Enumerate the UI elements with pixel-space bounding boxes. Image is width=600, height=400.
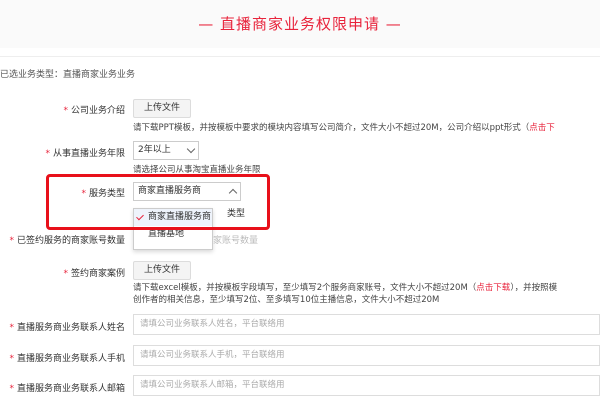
signed-accounts-label: * 已签约服务的商家账号数量	[9, 233, 125, 246]
years-select-value: 2年以上	[138, 145, 171, 155]
selected-business-type: 已选业务类型：直播商家业务业务	[0, 70, 136, 80]
company-intro-label-text: 公司业务介绍	[70, 106, 125, 116]
contact-email-input[interactable]: 请填公司业务联系人邮箱，平台联络用	[133, 375, 600, 396]
page-title: — 直播商家业务权限申请 —	[198, 15, 402, 33]
years-select[interactable]: 2年以上	[133, 141, 199, 160]
required-marker: *	[9, 236, 14, 246]
cases-upload-button[interactable]: 上传文件	[133, 261, 191, 280]
service-type-option-label: 直播基地	[148, 229, 185, 239]
contact-name-label-text: 直播服务商业务联系人姓名	[16, 323, 125, 333]
required-marker: *	[63, 106, 68, 116]
divider	[0, 56, 600, 57]
contact-name-input[interactable]: 请填公司业务联系人姓名，平台联络用	[133, 314, 600, 335]
highlight-box	[46, 174, 270, 230]
contact-email-label: * 直播服务商业务联系人邮箱	[9, 381, 125, 394]
cases-hint-text: 请下载excel模板，并按模板字段填写，至少填写2个服务商家账号，文件大小不超过…	[133, 283, 477, 293]
years-label-text: 从事直播业务年限	[52, 149, 125, 159]
company-intro-label: * 公司业务介绍	[63, 103, 125, 116]
cases-hint-line2: 创作者的相关信息，至少填写2位、至多填写10位主播信息，文件大小不超过20M	[133, 295, 440, 305]
cases-hint-text-end: ），并按照模	[510, 283, 558, 293]
required-marker: *	[45, 149, 50, 159]
signed-accounts-input[interactable]: 家账号数量	[213, 233, 258, 246]
contact-phone-label-text: 直播服务商业务联系人手机	[16, 354, 125, 364]
years-label: * 从事直播业务年限	[45, 146, 125, 159]
required-marker: *	[9, 354, 14, 364]
contact-phone-label: * 直播服务商业务联系人手机	[9, 351, 125, 364]
chevron-down-icon	[186, 144, 196, 154]
contact-email-label-text: 直播服务商业务联系人邮箱	[16, 384, 125, 394]
cases-label-text: 签约商家案例	[70, 269, 125, 279]
required-marker: *	[63, 269, 68, 279]
cases-hint-line1: 请下载excel模板，并按模板字段填写，至少填写2个服务商家账号，文件大小不超过…	[133, 281, 557, 293]
company-intro-hint: 请下载PPT模板，并按模板中要求的模块内容填写公司简介，文件大小不超过20M，公…	[133, 121, 555, 133]
cases-label: * 签约商家案例	[63, 266, 125, 279]
required-marker: *	[9, 323, 14, 333]
company-intro-download-link[interactable]: 点击下	[529, 123, 555, 133]
cases-download-link[interactable]: 点击下载	[476, 283, 510, 293]
company-intro-upload-button[interactable]: 上传文件	[133, 99, 191, 118]
company-intro-hint-text: 请下载PPT模板，并按模板中要求的模块内容填写公司简介，文件大小不超过20M，公…	[133, 123, 530, 133]
required-marker: *	[9, 384, 14, 394]
signed-accounts-label-text: 已签约服务的商家账号数量	[16, 236, 125, 246]
contact-phone-input[interactable]: 请填公司业务联系人手机，平台联络用	[133, 345, 600, 366]
contact-name-label: * 直播服务商业务联系人姓名	[9, 320, 125, 333]
